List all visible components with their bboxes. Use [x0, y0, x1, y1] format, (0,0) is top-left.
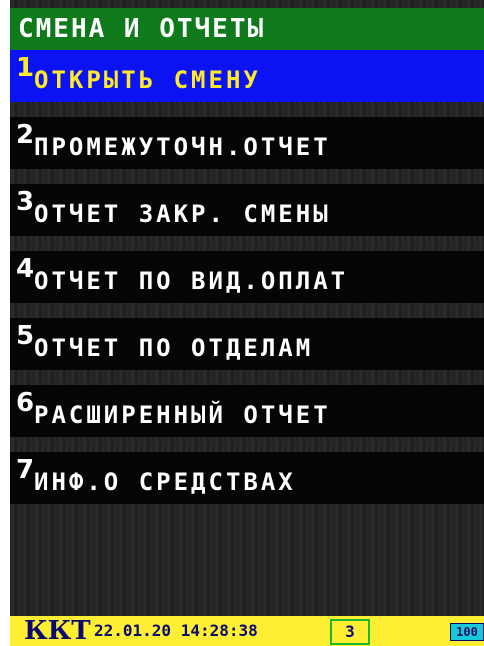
- menu-item-number: 3: [16, 187, 35, 217]
- menu-item-label: ОТКРЫТЬ СМЕНУ: [34, 66, 261, 94]
- menu-list: 1 ОТКРЫТЬ СМЕНУ 2 ПРОМЕЖУТОЧН.ОТЧЕТ 3 ОТ…: [10, 50, 484, 519]
- battery-icon: 100: [450, 623, 484, 641]
- device-screen: СМЕНА И ОТЧЕТЫ 1 ОТКРЫТЬ СМЕНУ 2 ПРОМЕЖУ…: [10, 0, 484, 646]
- menu-item-label: ОТЧЕТ ПО ОТДЕЛАМ: [34, 334, 314, 362]
- menu-item-number: 2: [16, 120, 35, 150]
- counter-badge: 3: [330, 619, 370, 645]
- menu-item-label: РАСШИРЕННЫЙ ОТЧЕТ: [34, 401, 331, 429]
- datetime-readout: 22.01.20 14:28:38: [94, 621, 258, 640]
- menu-item-funds-info[interactable]: 7 ИНФ.О СРЕДСТВАХ: [10, 452, 484, 504]
- menu-item-interim-report[interactable]: 2 ПРОМЕЖУТОЧН.ОТЧЕТ: [10, 117, 484, 169]
- device-label: ККТ: [24, 616, 91, 646]
- menu-item-department-report[interactable]: 5 ОТЧЕТ ПО ОТДЕЛАМ: [10, 318, 484, 370]
- menu-item-close-shift-report[interactable]: 3 ОТЧЕТ ЗАКР. СМЕНЫ: [10, 184, 484, 236]
- menu-item-label: ОТЧЕТ ЗАКР. СМЕНЫ: [34, 200, 331, 228]
- status-bar: ККТ 22.01.20 14:28:38 3 100: [10, 616, 484, 646]
- menu-item-number: 7: [16, 455, 35, 485]
- menu-item-number: 4: [16, 254, 35, 284]
- menu-item-label: ОТЧЕТ ПО ВИД.ОПЛАТ: [34, 267, 349, 295]
- menu-item-label: ПРОМЕЖУТОЧН.ОТЧЕТ: [34, 133, 331, 161]
- menu-item-open-shift[interactable]: 1 ОТКРЫТЬ СМЕНУ: [10, 50, 484, 102]
- menu-item-number: 5: [16, 321, 35, 351]
- menu-item-number: 1: [16, 53, 35, 83]
- menu-item-extended-report[interactable]: 6 РАСШИРЕННЫЙ ОТЧЕТ: [10, 385, 484, 437]
- menu-item-label: ИНФ.О СРЕДСТВАХ: [34, 468, 296, 496]
- screen-title: СМЕНА И ОТЧЕТЫ: [10, 8, 484, 50]
- menu-item-number: 6: [16, 388, 35, 418]
- menu-item-payment-type-report[interactable]: 4 ОТЧЕТ ПО ВИД.ОПЛАТ: [10, 251, 484, 303]
